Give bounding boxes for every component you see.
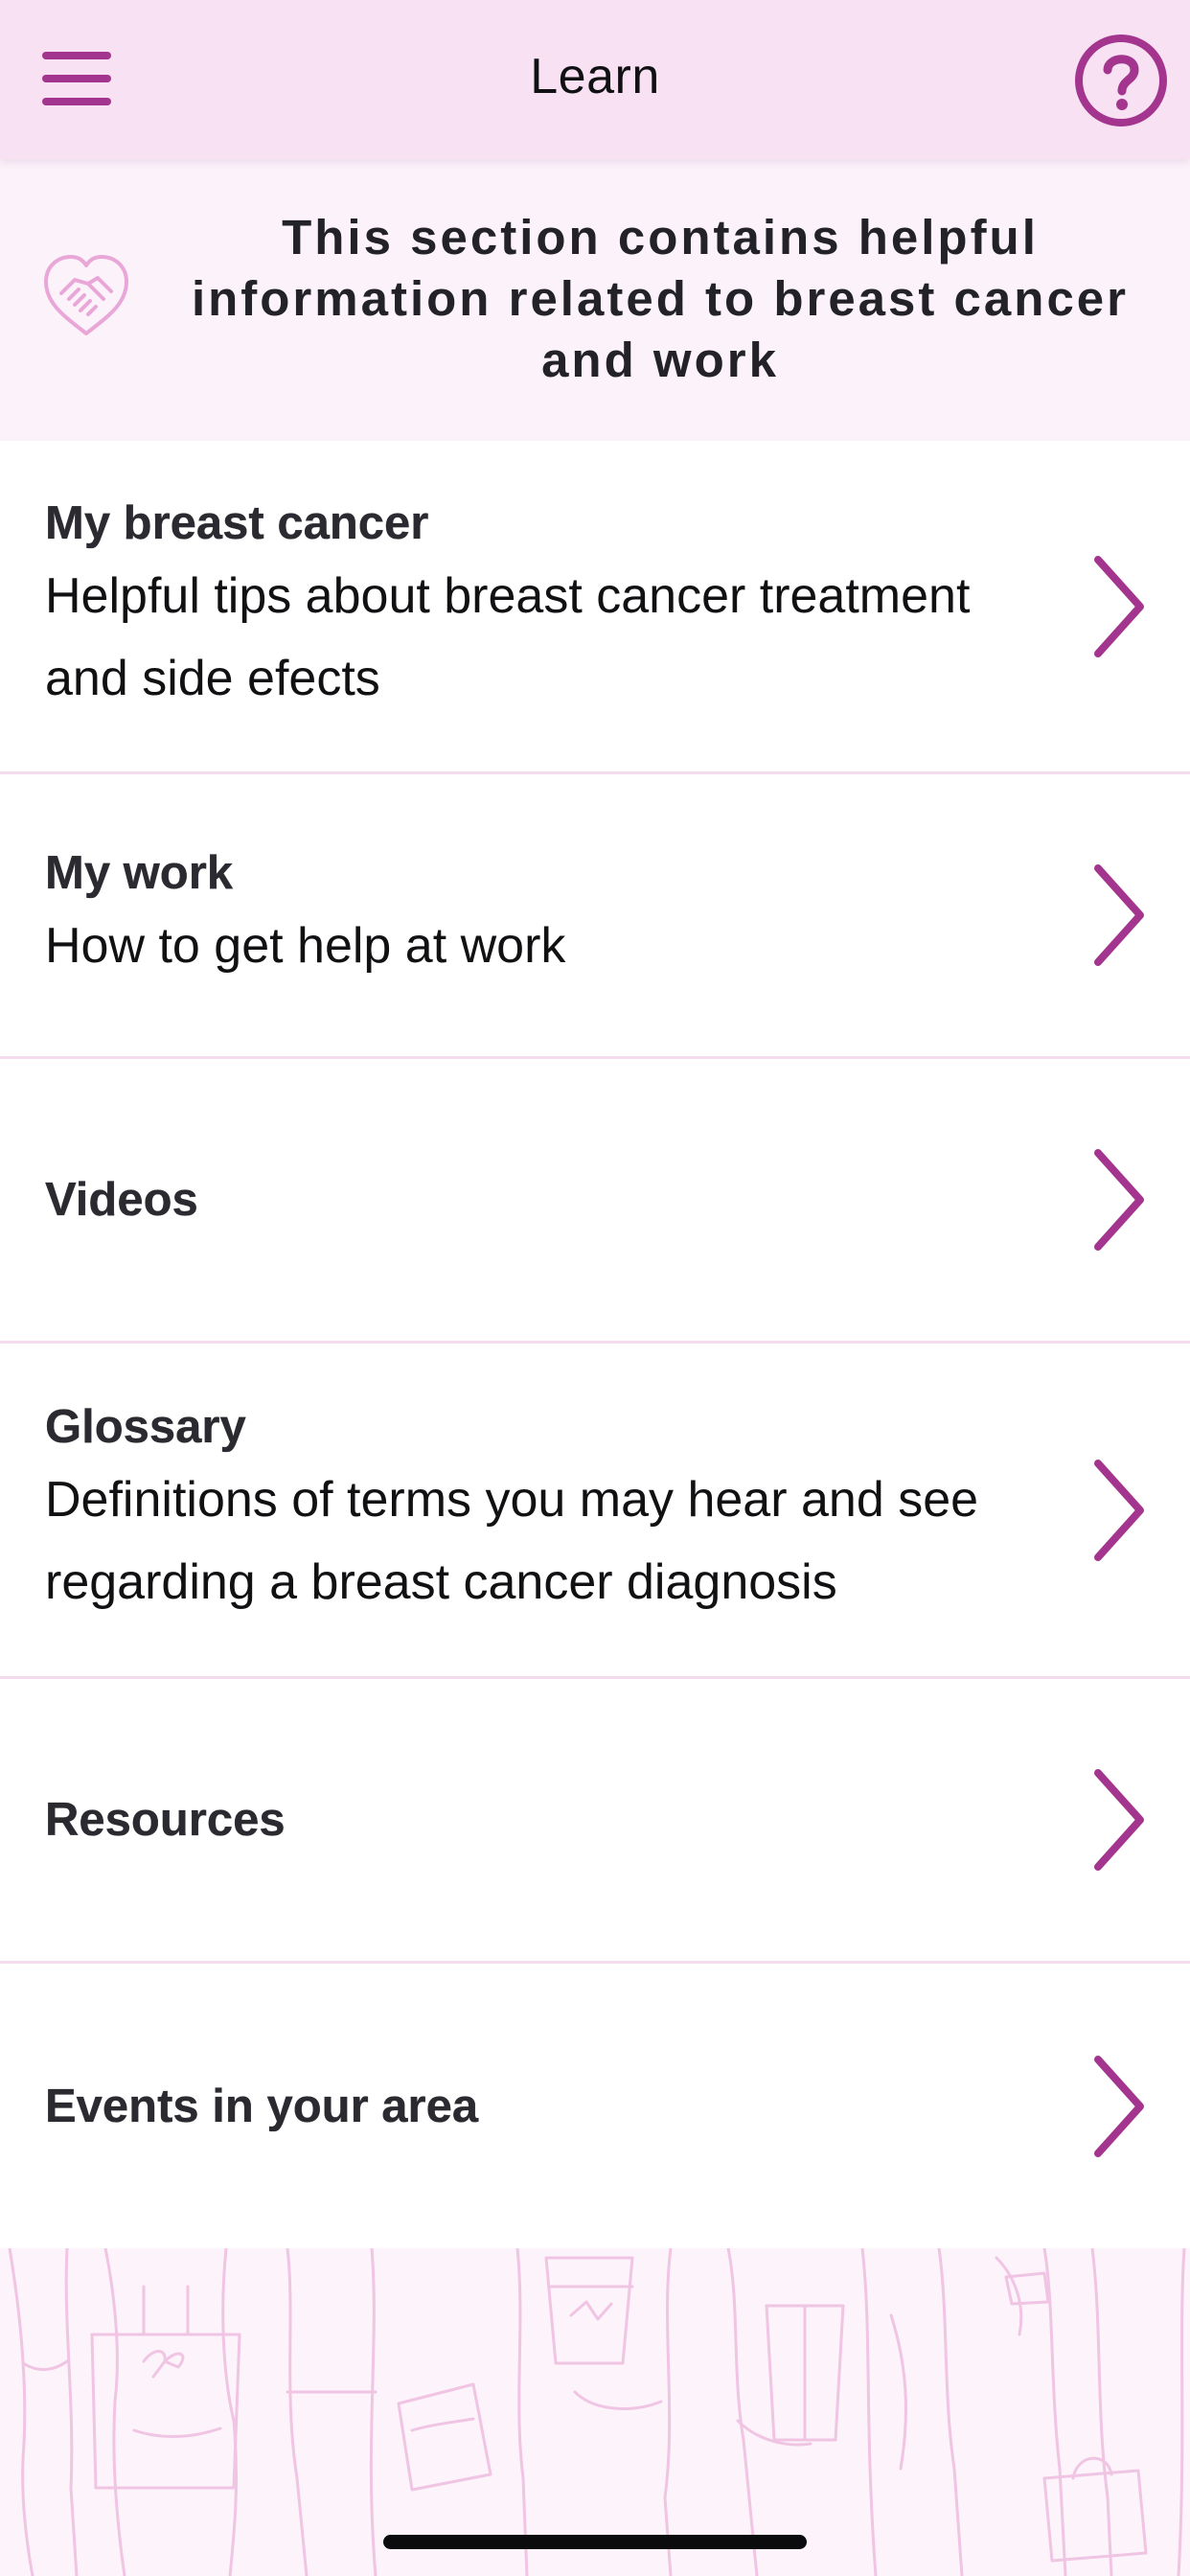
chevron-right-icon — [1094, 1459, 1144, 1561]
list-item-videos[interactable]: Videos — [0, 1059, 1190, 1344]
item-title: Resources — [45, 1794, 286, 1846]
list-item-events-in-your-area[interactable]: Events in your area — [0, 1964, 1190, 2248]
heart-handshake-icon — [44, 255, 128, 335]
list-item-my-work[interactable]: My work How to get help at work — [0, 774, 1190, 1059]
learn-menu-list: My breast cancer Helpful tips about brea… — [0, 441, 1190, 2248]
item-title: Events in your area — [45, 2080, 479, 2132]
top-navigation-bar: Learn — [0, 0, 1190, 159]
help-button[interactable] — [1062, 21, 1180, 140]
item-title: My work — [45, 847, 234, 899]
chevron-right-icon — [1094, 2055, 1144, 2157]
question-circle-icon — [1075, 34, 1167, 126]
learn-screen: Learn This section contains helpful info… — [0, 0, 1190, 2576]
item-subtitle: Definitions of terms you may hear and se… — [45, 1471, 979, 1610]
item-text: My work How to get help at work — [45, 843, 1046, 987]
item-title: Videos — [45, 1174, 198, 1226]
chevron-right-icon — [1094, 555, 1144, 657]
chevron-right-icon — [1094, 864, 1144, 966]
intro-banner: This section contains helpful informatio… — [0, 159, 1190, 441]
list-item-resources[interactable]: Resources — [0, 1679, 1190, 1964]
banner-text: This section contains helpful informatio… — [191, 210, 1130, 387]
decorative-illustration — [0, 2248, 1190, 2576]
chevron-right-icon — [1094, 1769, 1144, 1871]
item-subtitle: How to get help at work — [45, 918, 566, 974]
list-item-my-breast-cancer[interactable]: My breast cancer Helpful tips about brea… — [0, 441, 1190, 774]
item-text: Resources — [45, 1790, 1046, 1850]
item-title: Glossary — [45, 1400, 246, 1453]
home-indicator[interactable] — [383, 2535, 807, 2549]
page-title: Learn — [530, 49, 660, 104]
item-text: Videos — [45, 1170, 1046, 1230]
people-sketch-illustration — [8, 2248, 1186, 2576]
list-item-glossary[interactable]: Glossary Definitions of terms you may he… — [0, 1344, 1190, 1679]
item-text: Glossary Definitions of terms you may he… — [45, 1397, 1046, 1623]
item-subtitle: Helpful tips about breast cancer treatme… — [45, 567, 971, 706]
item-text: Events in your area — [45, 2077, 1046, 2136]
chevron-right-icon — [1094, 1149, 1144, 1251]
item-text: My breast cancer Helpful tips about brea… — [45, 494, 1046, 720]
item-title: My breast cancer — [45, 496, 429, 549]
